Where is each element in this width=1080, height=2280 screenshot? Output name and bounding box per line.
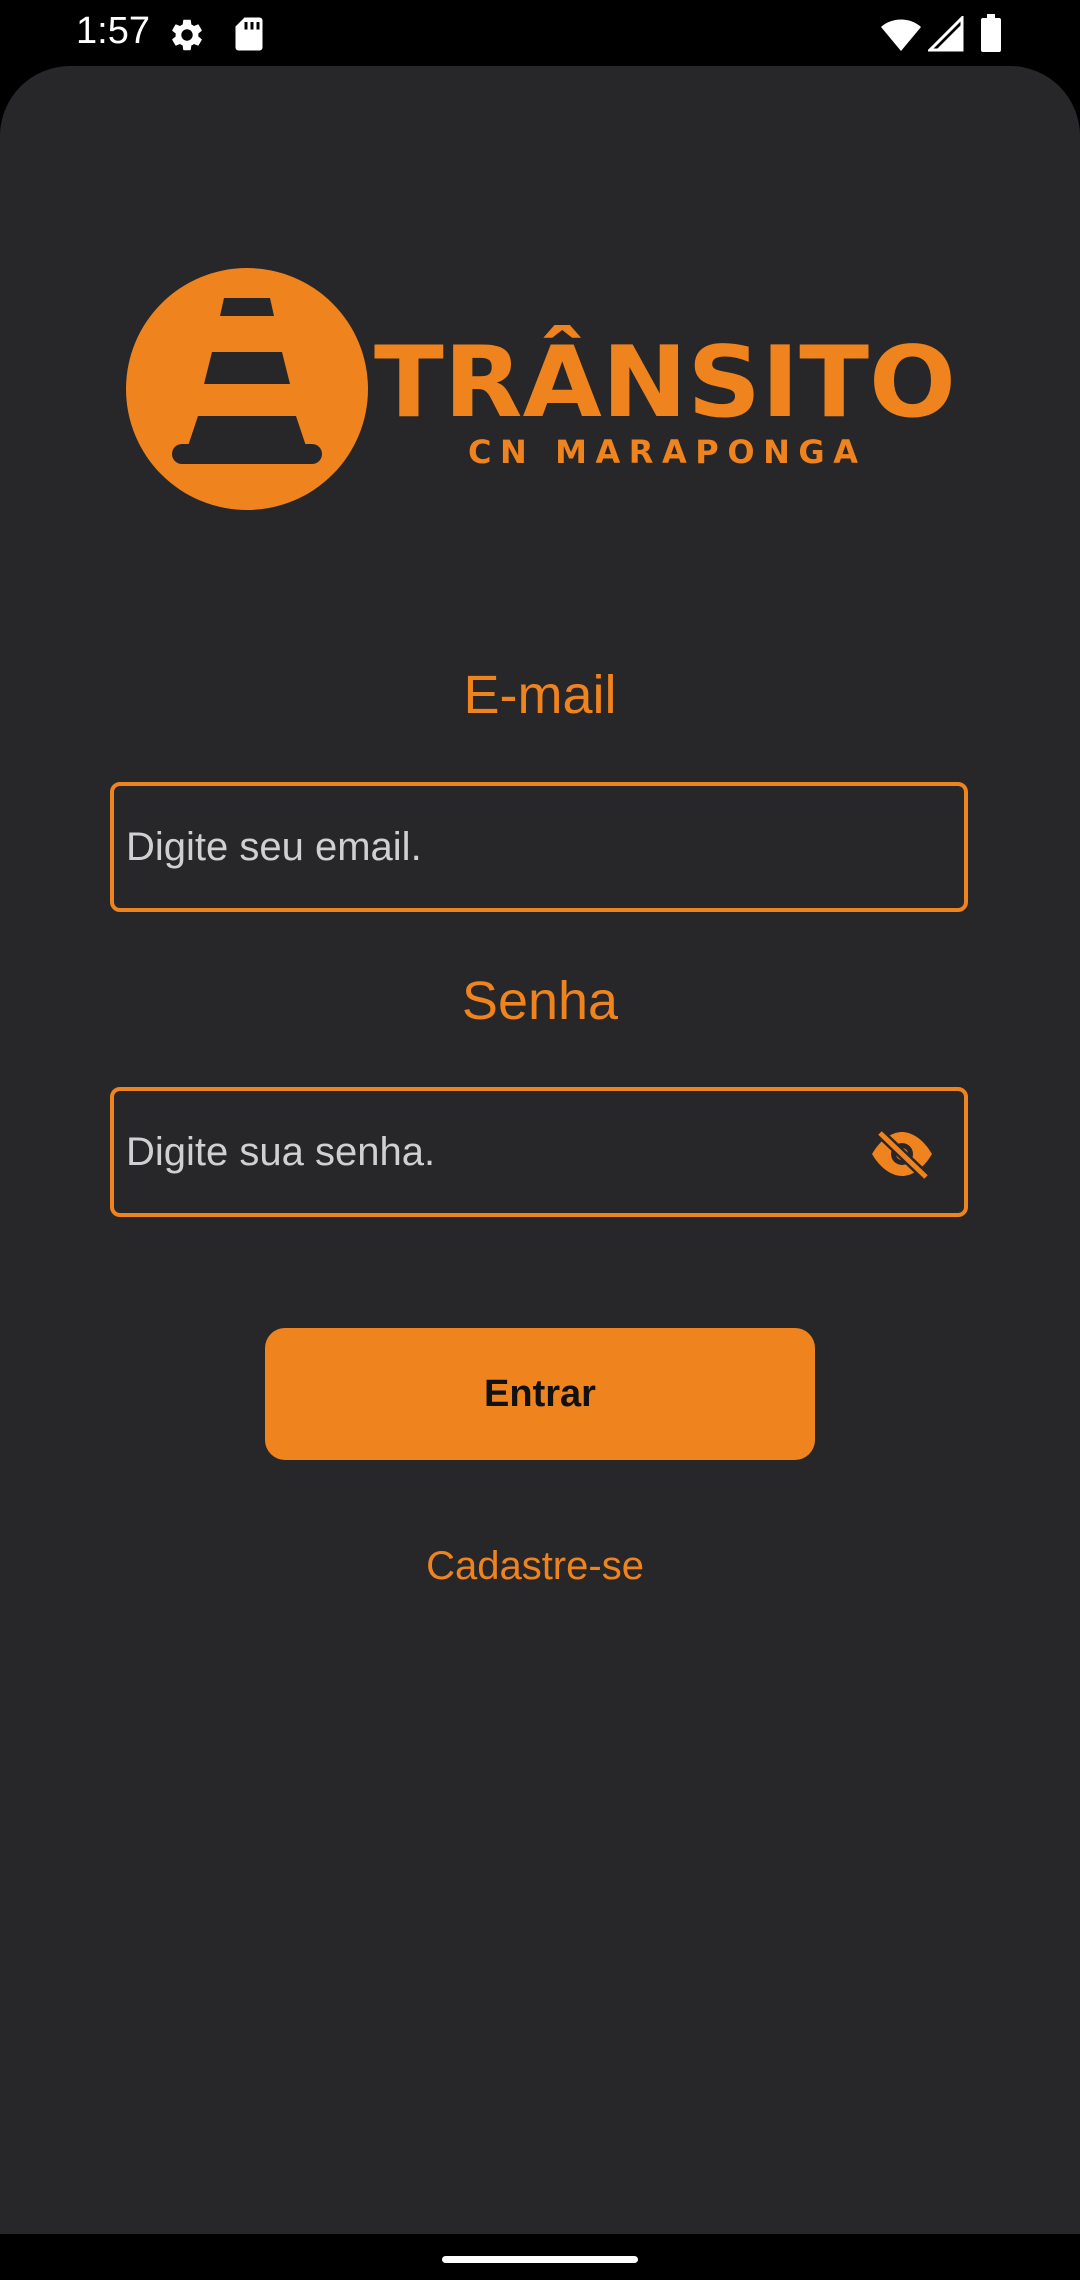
gesture-nav-handle[interactable] xyxy=(442,2256,638,2263)
signal-icon xyxy=(928,16,964,52)
status-time: 1:57 xyxy=(76,10,150,52)
logo-title: TRÂNSITO xyxy=(374,325,956,440)
password-input[interactable] xyxy=(126,1091,886,1213)
email-input[interactable] xyxy=(126,786,886,908)
battery-icon xyxy=(981,14,1001,52)
login-button[interactable]: Entrar xyxy=(265,1328,815,1460)
app-logo: TRÂNSITO CN MARAPONGA xyxy=(126,268,956,510)
password-field-container xyxy=(110,1087,968,1217)
email-label: E-mail xyxy=(463,665,617,725)
signup-link[interactable]: Cadastre-se xyxy=(0,1544,1070,1589)
phone-screen: 1:57 TRÂNSITO CN MARAPONGA E-mail Digite… xyxy=(0,0,1080,2280)
status-bar: 1:57 xyxy=(0,0,1080,66)
password-label: Senha xyxy=(461,971,619,1031)
login-screen: TRÂNSITO CN MARAPONGA E-mail Senha Entra… xyxy=(0,66,1080,2234)
email-field-container xyxy=(110,782,968,912)
eye-off-icon[interactable] xyxy=(870,1129,934,1179)
sd-card-icon xyxy=(235,17,263,51)
settings-gear-icon xyxy=(172,19,202,51)
wifi-icon xyxy=(881,19,921,51)
logo-subtitle: CN MARAPONGA xyxy=(468,433,858,471)
